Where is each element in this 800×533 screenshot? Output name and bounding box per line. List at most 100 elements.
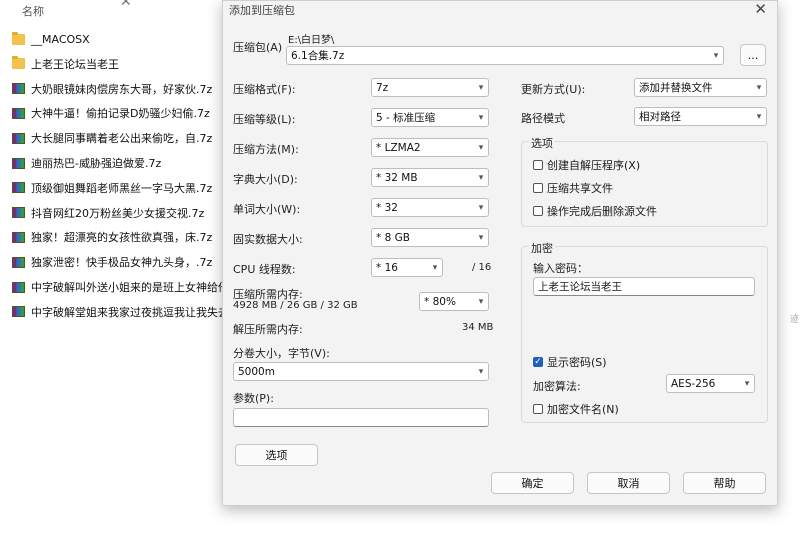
archive-icon <box>12 132 25 144</box>
password-input[interactable]: 上老王论坛当老王 <box>533 277 755 296</box>
chevron-down-icon: ▾ <box>478 142 484 153</box>
file-name: 大奶眼镜妹肉偿房东大哥，好家伙.7z <box>31 82 213 96</box>
path-mode-label: 路径模式 <box>521 112 565 125</box>
threads-total: / 16 <box>472 262 492 273</box>
archive-icon <box>12 207 25 219</box>
archive-name-value: 6.1合集.7z <box>291 50 345 62</box>
word-label: 单词大小(W): <box>233 203 301 216</box>
format-label: 压缩格式(F): <box>233 83 296 96</box>
encrypt-method-label: 加密算法: <box>533 380 581 393</box>
path-mode-select[interactable]: 相对路径 ▾ <box>634 107 767 126</box>
archive-icon <box>12 231 25 243</box>
ok-button[interactable]: 确定 <box>491 472 574 494</box>
file-name: 上老王论坛当老王 <box>31 57 119 71</box>
dict-select[interactable]: * 32 MB ▾ <box>371 168 489 187</box>
threads-label: CPU 线程数: <box>233 263 296 276</box>
path-mode-value: 相对路径 <box>639 111 681 123</box>
file-row[interactable]: 抖音网红20万粉丝美少女援交视.7z <box>12 203 204 223</box>
mem-percent-value: * 80% <box>424 295 456 308</box>
volume-value: 5000m <box>238 365 275 378</box>
close-icon[interactable]: ✕ <box>120 0 132 10</box>
archive-icon <box>12 281 25 293</box>
delete-source-checkbox[interactable]: 操作完成后删除源文件 <box>533 203 657 219</box>
archive-icon <box>12 256 25 268</box>
file-row[interactable]: 顶级御姐舞蹈老师黑丝一字马大黑.7z <box>12 178 212 198</box>
word-value: * 32 <box>376 201 398 214</box>
chevron-down-icon: ▾ <box>478 232 484 243</box>
file-row[interactable]: 中字破解叫外送小姐来的是班上女神给他 <box>12 277 229 297</box>
params-label: 参数(P): <box>233 392 274 405</box>
chevron-down-icon: ▾ <box>478 366 484 377</box>
column-header-name[interactable]: 名称 <box>22 3 44 19</box>
threads-select[interactable]: * 16 ▾ <box>371 258 443 277</box>
file-name: 独家泄密！快手极品女神九头身，.7z <box>31 256 213 270</box>
chevron-down-icon: ▾ <box>756 111 762 122</box>
options-button[interactable]: 选项 <box>235 444 318 466</box>
file-name: 中字破解叫外送小姐来的是班上女神给他 <box>31 281 229 294</box>
folder-row[interactable]: 上老王论坛当老王 <box>12 54 119 74</box>
help-button[interactable]: 帮助 <box>683 472 766 494</box>
level-value: 5 - 标准压缩 <box>376 112 436 124</box>
encrypt-names-label: 加密文件名(N) <box>547 403 619 416</box>
add-to-archive-dialog: 添加到压缩包 ✕ 压缩包(A) E:\白日梦\ 6.1合集.7z ▾ ... 压… <box>222 0 778 506</box>
chevron-down-icon: ▾ <box>478 112 484 123</box>
file-name: 迪丽热巴-威胁强迫做爱.7z <box>31 157 162 170</box>
compress-shared-checkbox[interactable]: 压缩共享文件 <box>533 180 613 196</box>
update-label: 更新方式(U): <box>521 83 586 96</box>
chevron-down-icon: ▾ <box>756 82 762 93</box>
file-name: 抖音网红20万粉丝美少女援交视.7z <box>31 206 205 220</box>
format-value: 7z <box>376 81 389 94</box>
file-name: 中字破解堂姐来我家过夜挑逗我让我失去 <box>31 305 229 319</box>
params-input[interactable] <box>233 408 489 427</box>
file-row[interactable]: 中字破解堂姐来我家过夜挑逗我让我失去 <box>12 302 229 322</box>
solid-select[interactable]: * 8 GB ▾ <box>371 228 489 247</box>
dict-value: * 32 MB <box>376 171 418 184</box>
mem-compress-detail: 4928 MB / 26 GB / 32 GB <box>233 300 358 311</box>
file-row[interactable]: 独家！超漂亮的女孩性欲真强，床.7z <box>12 227 212 247</box>
archive-name-combo[interactable]: 6.1合集.7z ▾ <box>286 46 724 65</box>
browse-button[interactable]: ... <box>740 44 766 66</box>
file-name: __MACOSX <box>31 32 90 46</box>
checkbox-box <box>533 404 543 414</box>
archive-icon <box>12 182 25 194</box>
volume-label: 分卷大小，字节(V): <box>233 347 330 360</box>
mem-percent-select[interactable]: * 80% ▾ <box>419 292 489 311</box>
folder-icon <box>12 56 25 70</box>
dict-label: 字典大小(D): <box>233 173 298 186</box>
word-select[interactable]: * 32 ▾ <box>371 198 489 217</box>
file-row[interactable]: 大长腿同事瞒着老公出来偷吃，自.7z <box>12 128 212 148</box>
file-row[interactable]: 迪丽热巴-威胁强迫做爱.7z <box>12 153 161 173</box>
file-name: 独家！超漂亮的女孩性欲真强，床.7z <box>31 231 213 245</box>
method-label: 压缩方法(M): <box>233 143 299 156</box>
create-sfx-label: 创建自解压程序(X) <box>547 159 641 172</box>
encrypt-method-select[interactable]: AES-256 ▾ <box>666 374 755 393</box>
chevron-down-icon: ▾ <box>478 172 484 183</box>
archive-icon <box>12 107 25 119</box>
password-label: 输入密码： <box>533 262 588 275</box>
archive-path: E:\白日梦\ <box>288 35 335 46</box>
encryption-group-title: 加密 <box>529 240 555 256</box>
file-row[interactable]: 大神牛逼！偷拍记录D奶骚少妇偷.7z <box>12 103 210 123</box>
compress-shared-label: 压缩共享文件 <box>547 182 613 195</box>
show-password-checkbox[interactable]: ✓ 显示密码(S) <box>533 354 607 370</box>
method-select[interactable]: * LZMA2 ▾ <box>371 138 489 157</box>
checkbox-box <box>533 160 543 170</box>
volume-combo[interactable]: 5000m ▾ <box>233 362 489 381</box>
check-icon: ✓ <box>533 356 543 367</box>
cancel-button[interactable]: 取消 <box>587 472 670 494</box>
chevron-down-icon: ▾ <box>744 378 750 389</box>
encrypt-names-checkbox[interactable]: 加密文件名(N) <box>533 401 619 417</box>
file-name: 大长腿同事瞒着老公出来偷吃，自.7z <box>31 132 213 146</box>
options-group-title: 选项 <box>529 135 555 151</box>
folder-row[interactable]: __MACOSX <box>12 29 90 49</box>
level-select[interactable]: 5 - 标准压缩 ▾ <box>371 108 489 127</box>
chevron-down-icon: ▾ <box>478 202 484 213</box>
format-select[interactable]: 7z ▾ <box>371 78 489 97</box>
file-row[interactable]: 大奶眼镜妹肉偿房东大哥，好家伙.7z <box>12 79 212 99</box>
update-select[interactable]: 添加并替换文件 ▾ <box>634 78 767 97</box>
dialog-close-icon[interactable]: ✕ <box>754 0 767 18</box>
method-value: * LZMA2 <box>376 141 421 154</box>
file-name: 大神牛逼！偷拍记录D奶骚少妇偷.7z <box>31 107 210 121</box>
file-row[interactable]: 独家泄密！快手极品女神九头身，.7z <box>12 252 212 272</box>
create-sfx-checkbox[interactable]: 创建自解压程序(X) <box>533 157 640 173</box>
